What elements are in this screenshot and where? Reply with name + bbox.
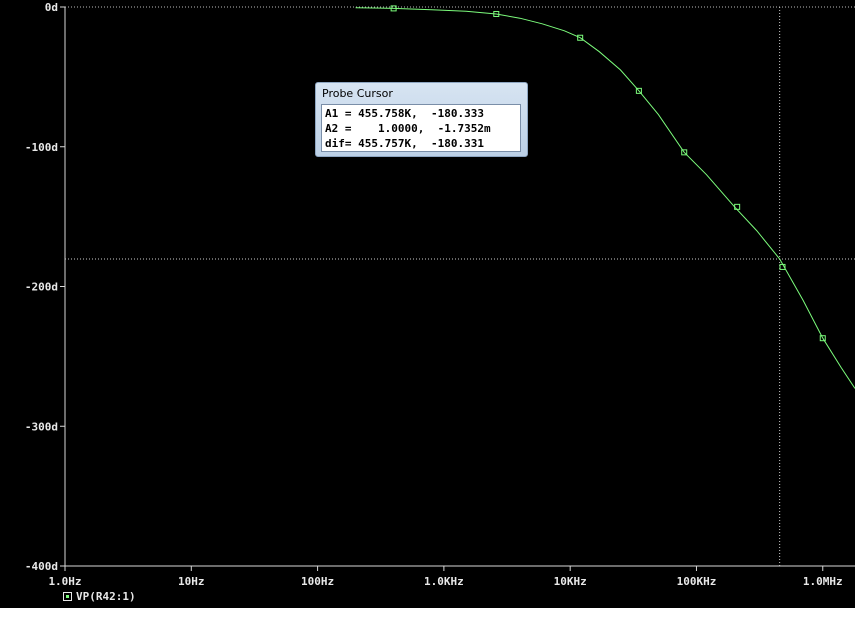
- probe-row-a2: A2 = 1.0000, -1.7352m: [325, 122, 491, 135]
- y-tick-label: -100d: [25, 141, 58, 154]
- probe-cursor-title: Probe Cursor: [322, 87, 393, 100]
- y-tick-label: -200d: [25, 281, 58, 294]
- probe-cursor-readout: A1 = 455.758K, -180.333 A2 = 1.0000, -1.…: [321, 104, 521, 152]
- x-tick-label: 1.0Hz: [48, 575, 81, 588]
- x-tick-label: 100Hz: [301, 575, 334, 588]
- series-marker: [734, 203, 741, 210]
- legend: VP(R42:1): [63, 590, 136, 603]
- probe-cursor-dialog[interactable]: Probe Cursor A1 = 455.758K, -180.333 A2 …: [315, 82, 528, 157]
- x-tick-label: 100KHz: [677, 575, 717, 588]
- probe-row-dif: dif= 455.757K, -180.331: [325, 137, 484, 150]
- plot-window[interactable]: 0d -100d -200d -300d -400d 1.0Hz 10Hz 100Hz 1.0K…: [0, 0, 855, 608]
- x-tick-label: 1.0KHz: [424, 575, 464, 588]
- legend-marker-icon: [63, 592, 72, 601]
- legend-label[interactable]: VP(R42:1): [76, 590, 136, 603]
- y-tick-label: 0d: [45, 1, 58, 14]
- probe-row-a1: A1 = 455.758K, -180.333: [325, 107, 484, 120]
- y-tick-label: -400d: [25, 560, 58, 573]
- x-tick-label: 1.0MHz: [803, 575, 843, 588]
- x-tick-label: 10Hz: [178, 575, 205, 588]
- x-tick-label: 10KHz: [554, 575, 587, 588]
- y-tick-label: -300d: [25, 420, 58, 433]
